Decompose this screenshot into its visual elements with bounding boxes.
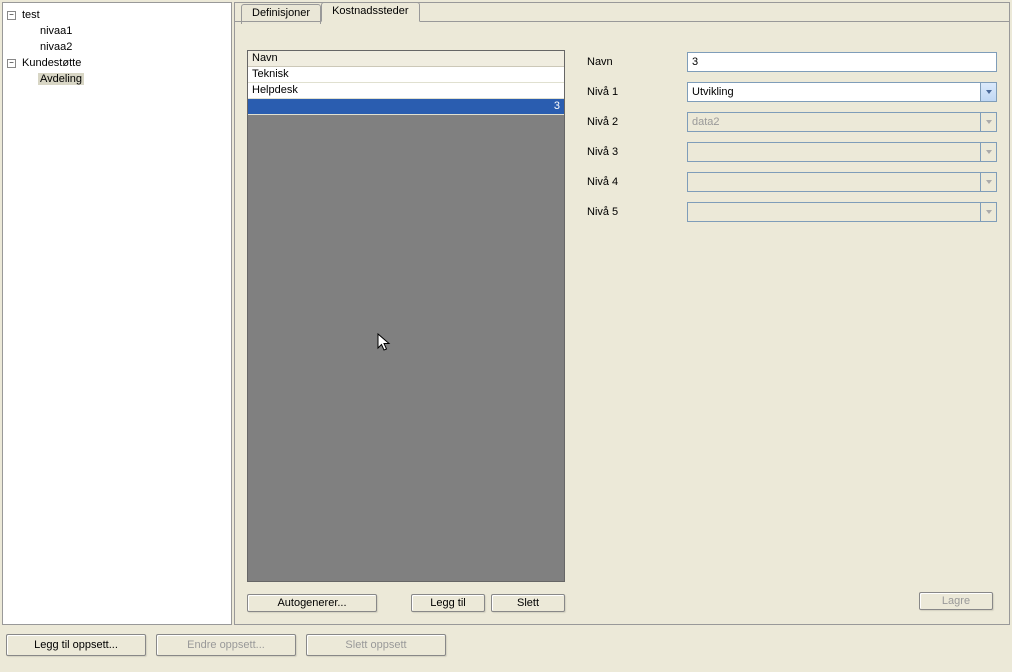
niva1-select[interactable] bbox=[687, 82, 997, 102]
niva3-select-input bbox=[687, 142, 980, 162]
slett-oppsett-button: Slett oppsett bbox=[306, 634, 446, 656]
tree-node-avdeling[interactable]: Avdeling bbox=[7, 71, 227, 87]
cost-center-list[interactable]: Navn Teknisk Helpdesk 3 bbox=[247, 50, 565, 582]
slett-button[interactable]: Slett bbox=[491, 594, 565, 612]
list-row[interactable]: 3 bbox=[248, 99, 564, 115]
list-row[interactable]: Helpdesk bbox=[248, 83, 564, 99]
tree-node-test[interactable]: − test bbox=[7, 7, 227, 23]
autogenerer-button[interactable]: Autogenerer... bbox=[247, 594, 377, 612]
niva5-select bbox=[687, 202, 997, 222]
niva1-label: Nivå 1 bbox=[587, 86, 687, 98]
tab-kostnadssteder[interactable]: Kostnadssteder bbox=[321, 2, 419, 22]
niva4-select-input bbox=[687, 172, 980, 192]
tree-label[interactable]: Kundestøtte bbox=[20, 57, 83, 69]
niva1-select-input[interactable] bbox=[687, 82, 980, 102]
bottom-button-bar: Legg til oppsett... Endre oppsett... Sle… bbox=[0, 630, 1012, 660]
tree-label[interactable]: Avdeling bbox=[38, 73, 84, 85]
chevron-down-icon[interactable] bbox=[980, 82, 997, 102]
list-row[interactable]: Teknisk bbox=[248, 67, 564, 83]
niva5-label: Nivå 5 bbox=[587, 206, 687, 218]
niva3-label: Nivå 3 bbox=[587, 146, 687, 158]
navn-label: Navn bbox=[587, 56, 687, 68]
navn-input[interactable] bbox=[687, 52, 997, 72]
list-column: Navn Teknisk Helpdesk 3 Autogenerer... L… bbox=[247, 50, 565, 612]
tabstrip: Definisjoner Kostnadssteder bbox=[241, 2, 420, 22]
niva5-select-input bbox=[687, 202, 980, 222]
tree-label[interactable]: test bbox=[20, 9, 42, 21]
right-panel: Definisjoner Kostnadssteder Navn Teknisk… bbox=[234, 2, 1010, 625]
list-header-navn[interactable]: Navn bbox=[248, 51, 564, 67]
chevron-down-icon bbox=[980, 202, 997, 222]
endre-oppsett-button: Endre oppsett... bbox=[156, 634, 296, 656]
legg-til-button[interactable]: Legg til bbox=[411, 594, 485, 612]
tree-node-kundestotte[interactable]: − Kundestøtte bbox=[7, 55, 227, 71]
legg-til-oppsett-button[interactable]: Legg til oppsett... bbox=[6, 634, 146, 656]
niva2-select bbox=[687, 112, 997, 132]
collapse-icon[interactable]: − bbox=[7, 59, 16, 68]
chevron-down-icon bbox=[980, 112, 997, 132]
list-button-bar: Autogenerer... Legg til Slett bbox=[247, 594, 565, 612]
niva2-label: Nivå 2 bbox=[587, 116, 687, 128]
tree-node-nivaa2[interactable]: nivaa2 bbox=[7, 39, 227, 55]
chevron-down-icon bbox=[980, 172, 997, 192]
tab-content: Navn Teknisk Helpdesk 3 Autogenerer... L… bbox=[235, 21, 1009, 624]
tree-label[interactable]: nivaa1 bbox=[38, 25, 74, 37]
tree-panel: − test nivaa1 nivaa2 − Kundestøtte Avdel… bbox=[2, 2, 232, 625]
niva2-select-input bbox=[687, 112, 980, 132]
collapse-icon[interactable]: − bbox=[7, 11, 16, 20]
form-column: Navn Nivå 1 Nivå 2 bbox=[565, 50, 997, 612]
chevron-down-icon bbox=[980, 142, 997, 162]
tree-label[interactable]: nivaa2 bbox=[38, 41, 74, 53]
niva4-select bbox=[687, 172, 997, 192]
tree: − test nivaa1 nivaa2 − Kundestøtte Avdel… bbox=[7, 7, 227, 87]
niva4-label: Nivå 4 bbox=[587, 176, 687, 188]
niva3-select bbox=[687, 142, 997, 162]
lagre-button: Lagre bbox=[919, 592, 993, 610]
tree-node-nivaa1[interactable]: nivaa1 bbox=[7, 23, 227, 39]
